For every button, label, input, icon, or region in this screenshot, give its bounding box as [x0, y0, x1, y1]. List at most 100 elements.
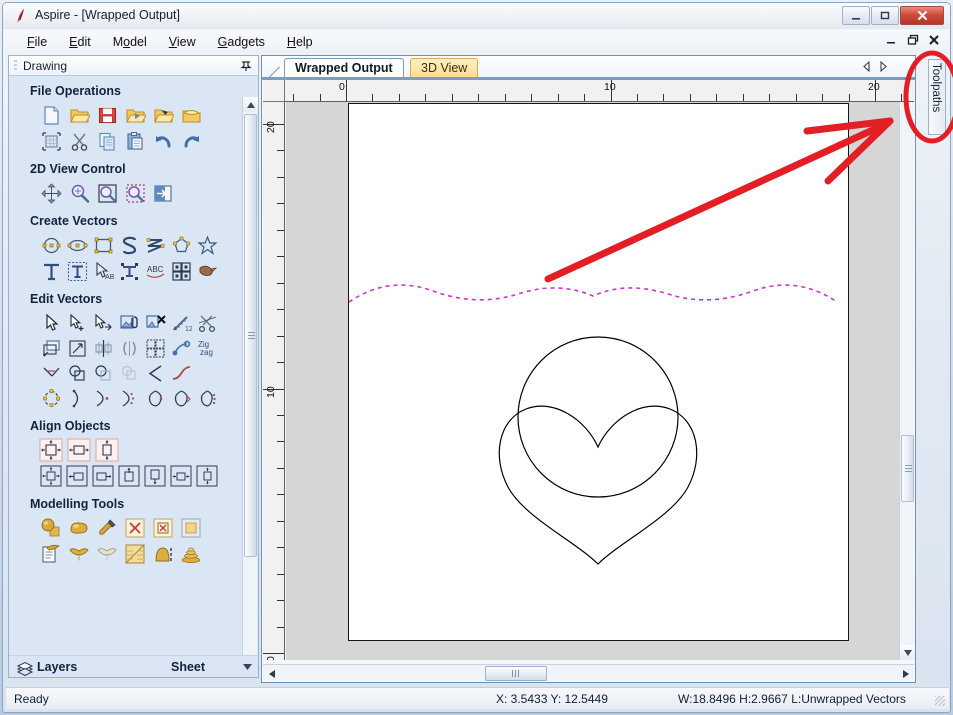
layers-tab-label[interactable]: Layers [37, 660, 77, 674]
copy-icon[interactable] [95, 129, 119, 153]
layers-icon[interactable] [16, 659, 34, 676]
nav-right-icon[interactable] [878, 60, 888, 75]
sheet-tab-label[interactable]: Sheet [171, 660, 205, 674]
maximize-button[interactable] [871, 6, 899, 25]
align-middle-h-icon[interactable] [169, 464, 193, 488]
pin-icon[interactable] [240, 59, 252, 72]
menu-item-edit[interactable]: Edit [58, 32, 102, 52]
align-right-icon[interactable] [91, 464, 115, 488]
toolpaths-side-tab[interactable]: Toolpaths [928, 59, 946, 135]
circle-icon[interactable] [39, 233, 63, 257]
cut-icon[interactable] [67, 129, 91, 153]
move-node-icon[interactable] [91, 311, 115, 335]
menu-item-view[interactable]: View [158, 32, 207, 52]
array-copy-grid-icon[interactable] [143, 336, 167, 360]
tab-3d-view[interactable]: 3D View [410, 58, 479, 78]
bake-component-icon[interactable] [67, 542, 91, 566]
mdi-close-button[interactable] [928, 34, 940, 47]
fit-curve-icon[interactable] [117, 336, 141, 360]
star-icon[interactable] [195, 233, 219, 257]
pan-icon[interactable] [39, 181, 63, 205]
two-rail-sweep-icon[interactable] [67, 516, 91, 540]
nav-left-icon[interactable] [862, 60, 872, 75]
mdi-restore-button[interactable] [907, 34, 919, 47]
menu-item-gadgets[interactable]: Gadgets [207, 32, 276, 52]
attach-vector-icon[interactable] [117, 311, 141, 335]
edit-text-icon[interactable] [65, 259, 89, 283]
close-button[interactable] [900, 6, 944, 25]
new-file-icon[interactable] [39, 103, 63, 127]
center-horizontal-page-icon[interactable] [67, 438, 91, 462]
reset-model-icon[interactable] [179, 516, 203, 540]
draw-bird-icon[interactable] [195, 259, 219, 283]
zigzag-icon[interactable]: Zig zag [195, 336, 219, 360]
align-center-icon[interactable] [39, 464, 63, 488]
mdi-minimize-button[interactable] [886, 34, 898, 47]
align-middle-v-icon[interactable] [195, 464, 219, 488]
offset-icon[interactable] [39, 336, 63, 360]
polyline-icon[interactable] [117, 233, 141, 257]
intersect-icon[interactable] [117, 361, 141, 385]
create-shape-icon[interactable] [39, 516, 63, 540]
canvas-vscroll-thumb[interactable] [901, 435, 914, 502]
closed-arc-icon[interactable] [169, 386, 193, 410]
canvas-scroll-right-button[interactable] [898, 666, 913, 681]
canvas-scroll-down-button[interactable] [900, 645, 915, 660]
text-select-icon[interactable]: AB [91, 259, 115, 283]
mirror-icon[interactable] [91, 336, 115, 360]
job-setup-icon[interactable] [39, 129, 63, 153]
menu-item-file[interactable]: File [16, 32, 58, 52]
canvas-hscroll-thumb[interactable] [485, 666, 547, 681]
minimize-button[interactable] [842, 6, 870, 25]
zoom-extents-icon[interactable] [95, 181, 119, 205]
node-edit-icon[interactable] [65, 311, 89, 335]
chevron-down-icon[interactable] [243, 664, 252, 672]
canvas-scroll-left-button[interactable] [264, 666, 279, 681]
scale-icon[interactable] [65, 336, 89, 360]
clear-level-icon[interactable] [151, 516, 175, 540]
open-file-icon[interactable] [67, 103, 91, 127]
detach-vector-icon[interactable] [143, 311, 167, 335]
smooth-curve-icon[interactable] [169, 361, 193, 385]
align-top-icon[interactable] [117, 464, 141, 488]
menu-item-help[interactable]: Help [276, 32, 324, 52]
closed-shape-icon[interactable] [143, 386, 167, 410]
trim-vectors-icon[interactable] [195, 311, 219, 335]
chamfer-icon[interactable] [143, 361, 167, 385]
drawing-canvas[interactable] [286, 102, 900, 660]
fillet-icon[interactable] [39, 361, 63, 385]
select-tool-icon[interactable] [39, 311, 63, 335]
menu-item-model[interactable]: Model [102, 32, 158, 52]
center-vertical-page-icon[interactable] [95, 438, 119, 462]
panel-scroll-thumb[interactable] [244, 114, 257, 557]
panel-scroll-up-button[interactable] [243, 97, 258, 112]
align-bottom-icon[interactable] [143, 464, 167, 488]
undo-icon[interactable] [151, 129, 175, 153]
measure-icon[interactable]: 12 [169, 311, 193, 335]
zoom-to-drawing-icon[interactable] [151, 181, 175, 205]
import-vectors-icon[interactable] [151, 103, 175, 127]
center-in-page-icon[interactable] [39, 438, 63, 462]
ghost-component-icon[interactable] [95, 542, 119, 566]
ellipse-icon[interactable] [65, 233, 89, 257]
fade-component-icon[interactable] [151, 542, 175, 566]
nest-vectors-icon[interactable] [39, 386, 63, 410]
save-file-icon[interactable] [95, 103, 119, 127]
zoom-interactive-icon[interactable] [67, 181, 91, 205]
redo-icon[interactable] [179, 129, 203, 153]
component-manager-icon[interactable] [39, 542, 63, 566]
polygon-icon[interactable] [169, 233, 193, 257]
text-block-icon[interactable] [117, 259, 141, 283]
paste-icon[interactable] [123, 129, 147, 153]
clear-component-icon[interactable] [123, 516, 147, 540]
text-on-curve-icon[interactable]: ABC [143, 259, 167, 283]
create-text-icon[interactable] [39, 259, 63, 283]
canvas-vertical-scrollbar[interactable] [899, 102, 915, 660]
texture-area-icon[interactable] [123, 542, 147, 566]
rectangle-icon[interactable] [91, 233, 115, 257]
open-spline-icon[interactable] [117, 386, 141, 410]
tab-wrapped-output[interactable]: Wrapped Output [284, 58, 404, 78]
sculpting-icon[interactable] [95, 516, 119, 540]
curve-icon[interactable] [143, 233, 167, 257]
canvas-horizontal-scrollbar[interactable] [263, 664, 914, 681]
